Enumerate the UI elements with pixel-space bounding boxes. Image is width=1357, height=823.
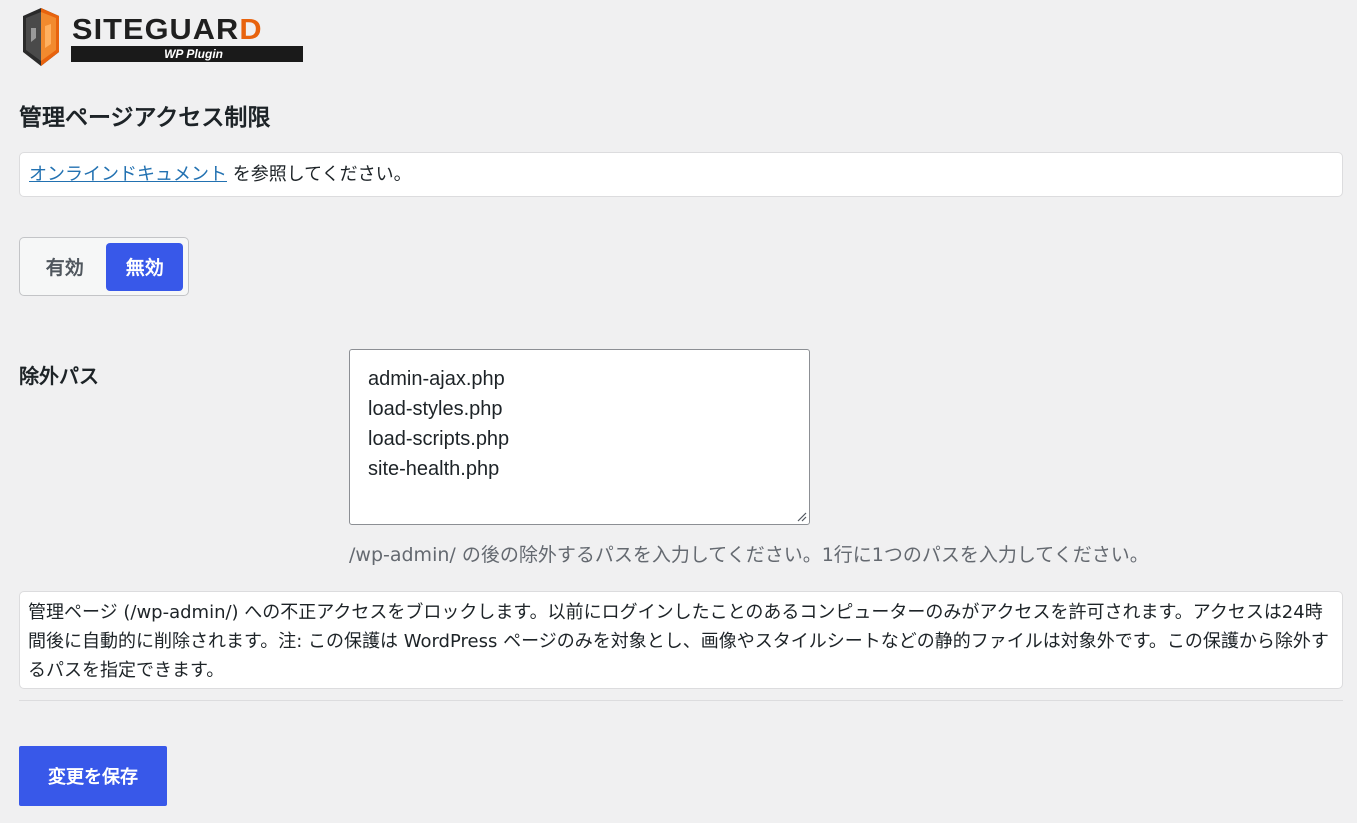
logo-tagline: WP Plugin: [71, 46, 303, 62]
enable-toggle: 有効 無効: [19, 237, 189, 296]
documentation-notice: オンラインドキュメント を参照してください。: [19, 152, 1343, 197]
feature-description: 管理ページ (/wp-admin/) への不正アクセスをブロックします。以前にロ…: [19, 591, 1343, 689]
save-changes-button[interactable]: 変更を保存: [19, 746, 167, 806]
exclude-paths-help: /wp-admin/ の後の除外するパスを入力してください。1行に1つのパスを入…: [349, 544, 1149, 566]
siteguard-logo: SITEGUARD WP Plugin: [19, 6, 309, 68]
notice-suffix: を参照してください。: [227, 164, 412, 185]
toggle-enable-option[interactable]: 有効: [25, 243, 104, 291]
shield-logo-icon: [23, 8, 59, 66]
online-documentation-link[interactable]: オンラインドキュメント: [29, 164, 227, 185]
divider: [19, 700, 1343, 701]
logo-wordmark: SITEGUARD: [72, 14, 263, 46]
page-title: 管理ページアクセス制限: [19, 105, 271, 131]
toggle-disable-option[interactable]: 無効: [106, 242, 183, 291]
exclude-paths-label: 除外パス: [19, 364, 99, 388]
exclude-paths-textarea[interactable]: [349, 349, 810, 525]
settings-page: SITEGUARD WP Plugin 管理ページアクセス制限 オンラインドキュ…: [0, 0, 1357, 823]
